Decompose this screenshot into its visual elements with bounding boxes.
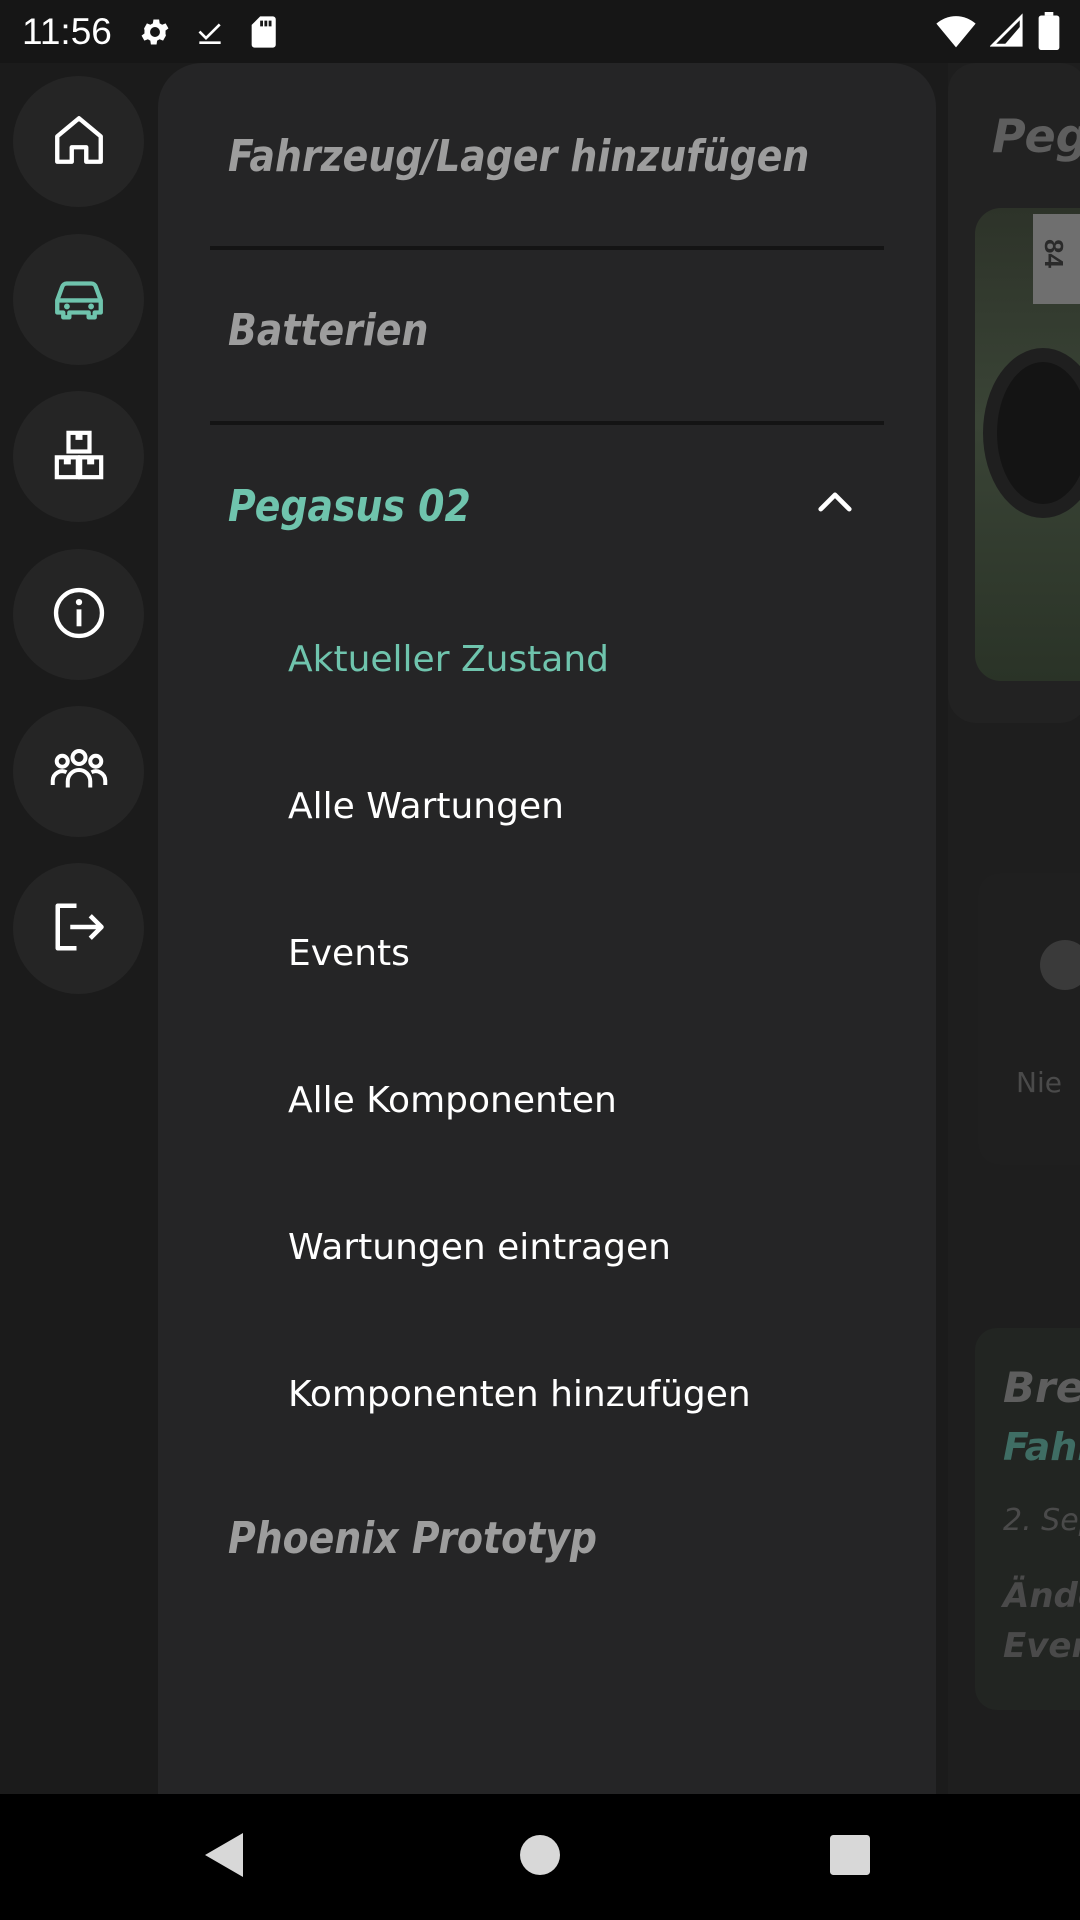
background-event-vehicle: Fahr	[1003, 1425, 1080, 1469]
drawer-item-phoenix-prototyp[interactable]: Phoenix Prototyp	[228, 1513, 597, 1564]
photo-sign: 84	[1033, 214, 1080, 304]
settings-gear-icon	[138, 15, 172, 49]
home-button[interactable]	[505, 1794, 575, 1920]
cell-signal-icon	[990, 13, 1024, 49]
background-content: Pega 84 Nie Bren Fahr 2. Sep Ände Event	[948, 63, 1080, 1794]
drawer-item-batteries[interactable]: Batterien	[228, 305, 428, 356]
status-time: 11:56	[22, 10, 112, 52]
recents-square-icon	[830, 1835, 870, 1879]
navigation-drawer: Fahrzeug/Lager hinzufügen Batterien Pega…	[158, 63, 936, 1794]
submenu-item-add-maintenance[interactable]: Wartungen eintragen	[288, 1227, 671, 1268]
wifi-icon	[936, 13, 976, 49]
status-icons-left	[138, 15, 278, 49]
background-vehicle-title: Pega	[992, 109, 1080, 163]
home-circle-icon	[520, 1835, 560, 1879]
background-event-title: Bren	[1003, 1363, 1080, 1412]
navigation-rail	[0, 63, 158, 1794]
background-status-card	[978, 873, 1080, 1165]
logout-icon	[49, 897, 109, 961]
drawer-item-add-vehicle[interactable]: Fahrzeug/Lager hinzufügen	[228, 131, 809, 182]
rail-team-button[interactable]	[13, 706, 144, 837]
car-icon	[50, 269, 108, 331]
info-icon	[50, 584, 108, 646]
home-icon	[50, 111, 108, 173]
status-icons-right	[936, 12, 1060, 50]
rail-logout-button[interactable]	[13, 863, 144, 994]
rail-storage-button[interactable]	[13, 391, 144, 522]
chevron-up-icon[interactable]	[816, 490, 854, 518]
photo-wheel	[983, 348, 1080, 518]
rail-vehicle-button[interactable]	[13, 234, 144, 365]
back-button[interactable]	[190, 1794, 260, 1920]
background-status-text: Nie	[1016, 1066, 1062, 1099]
group-icon	[49, 740, 109, 804]
submenu-item-all-maintenance[interactable]: Alle Wartungen	[288, 786, 564, 827]
drawer-group-pegasus-02[interactable]: Pegasus 02	[228, 481, 471, 532]
background-event-date: 2. Sep	[1003, 1503, 1080, 1538]
background-event-label: Event	[1003, 1626, 1080, 1666]
submenu-item-all-components[interactable]: Alle Komponenten	[288, 1080, 617, 1121]
rail-home-button[interactable]	[13, 76, 144, 207]
recents-button[interactable]	[815, 1794, 885, 1920]
status-bar: 11:56	[0, 0, 1080, 63]
background-vehicle-photo: 84	[975, 208, 1080, 681]
boxes-icon	[51, 427, 107, 487]
submenu-item-add-components[interactable]: Komponenten hinzufügen	[288, 1374, 751, 1415]
sd-card-icon	[248, 15, 278, 49]
drawer-divider	[210, 246, 884, 250]
drawer-divider	[210, 421, 884, 425]
back-icon	[203, 1831, 247, 1883]
download-done-icon	[194, 16, 226, 48]
system-navigation-bar	[0, 1794, 1080, 1920]
battery-icon	[1038, 12, 1060, 50]
background-event-change: Ände	[1003, 1576, 1080, 1616]
submenu-item-current-state[interactable]: Aktueller Zustand	[288, 639, 609, 680]
submenu-item-events[interactable]: Events	[288, 933, 410, 974]
rail-info-button[interactable]	[13, 549, 144, 680]
